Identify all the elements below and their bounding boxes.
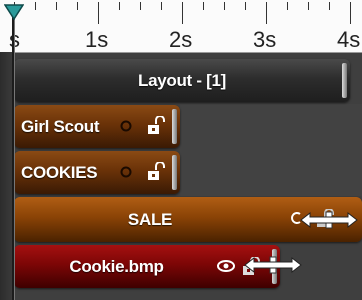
ruler-tick — [119, 2, 120, 10]
ruler-label-4s: 4s — [337, 27, 361, 52]
track-label-layout: Layout - [1] — [137, 70, 226, 90]
resize-arrow-icon[interactable] — [300, 211, 358, 229]
track-label-sale: SALE — [127, 209, 173, 229]
ruler-tick — [161, 2, 162, 10]
ruler-tick — [182, 2, 183, 24]
eye-icon[interactable] — [120, 120, 132, 132]
ruler-label-0s: s — [9, 27, 20, 52]
track-girl-scout[interactable]: Girl Scout — [14, 105, 180, 148]
ruler-tick — [224, 2, 225, 10]
resize-arrow-icon[interactable] — [244, 256, 302, 274]
track-label-girl-scout: Girl Scout — [21, 116, 100, 136]
endcap-handle-icon[interactable] — [172, 109, 177, 144]
ruler-tick — [203, 2, 204, 10]
ruler-label-3s: 3s — [253, 27, 277, 52]
track-label-cookies: COOKIES — [21, 162, 98, 182]
ruler-tick — [266, 2, 267, 24]
unlock-icon[interactable] — [147, 116, 165, 136]
ruler-tick — [98, 2, 99, 24]
time-ruler[interactable]: s 1s 2s 3s 4s — [0, 0, 362, 53]
ruler-tick — [287, 2, 288, 10]
endcap-handle-icon[interactable] — [172, 155, 177, 190]
eye-icon[interactable] — [120, 166, 132, 178]
timeline-empty-area — [180, 104, 362, 196]
eye-icon[interactable] — [217, 259, 235, 273]
ruler-tick — [350, 2, 351, 24]
endcap-handle-icon[interactable] — [342, 63, 347, 98]
ruler-label-1s: 1s — [85, 27, 109, 52]
ruler-tick — [77, 2, 78, 10]
ruler-tick — [329, 2, 330, 10]
playhead-marker-icon[interactable] — [4, 4, 24, 20]
ruler-tick — [308, 2, 309, 10]
ruler-tick — [56, 2, 57, 10]
track-sale[interactable]: SALE — [14, 197, 362, 242]
track-layout[interactable]: Layout - [1] — [14, 59, 350, 102]
unlock-icon[interactable] — [147, 162, 165, 182]
ruler-label-2s: 2s — [169, 27, 193, 52]
ruler-tick — [140, 2, 141, 10]
ruler-tick — [245, 2, 246, 10]
playhead-line[interactable] — [12, 14, 14, 300]
track-cookie-bmp[interactable]: Cookie.bmp — [14, 245, 280, 288]
ruler-tick — [35, 2, 36, 10]
track-header-strip — [0, 52, 12, 300]
track-label-cookie-bmp: Cookie.bmp — [69, 256, 164, 276]
track-cookies[interactable]: COOKIES — [14, 151, 180, 194]
